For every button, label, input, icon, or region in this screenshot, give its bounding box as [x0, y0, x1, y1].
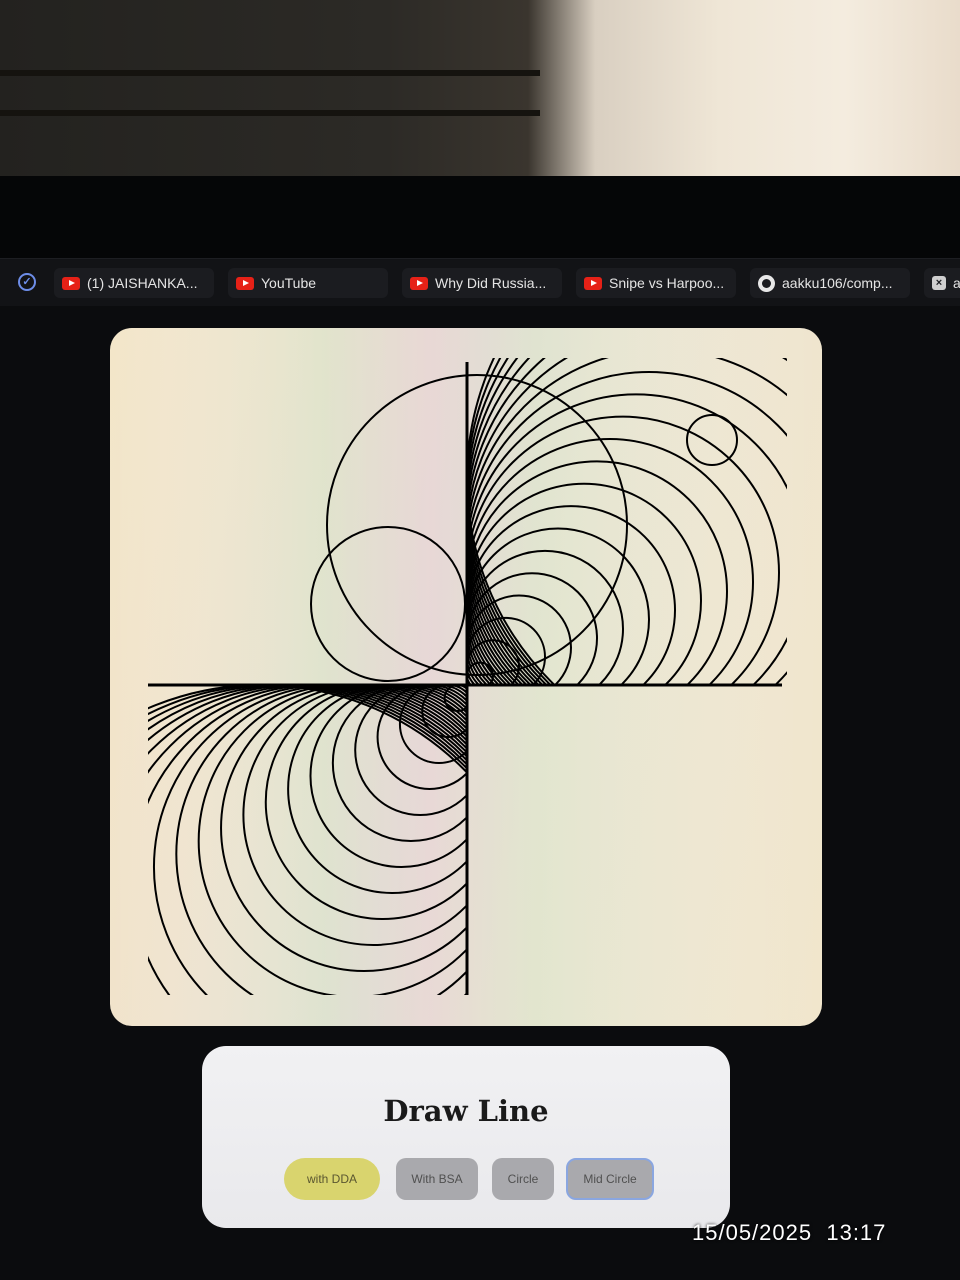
canvas-drawing [110, 328, 822, 1026]
browser-tab-bar: (1) JAISHANKA... YouTube Why Did Russia.… [0, 258, 960, 307]
shelf [0, 110, 540, 116]
browser-tab[interactable]: aakku106/comp... [750, 268, 910, 298]
shelf [0, 70, 540, 76]
browser-tab[interactable]: × a [924, 268, 960, 298]
drawing-canvas[interactable] [110, 328, 822, 1026]
draw-mid-circle-button[interactable]: Mid Circle [566, 1158, 654, 1200]
youtube-icon [62, 276, 80, 290]
verified-check-icon: ✓ [18, 273, 36, 291]
photo-date: 15/05/2025 [692, 1220, 813, 1245]
panel-title: Draw Line [383, 1094, 549, 1128]
browser-tab[interactable]: Snipe vs Harpoo... [576, 268, 736, 298]
browser-tab[interactable]: YouTube [228, 268, 388, 298]
tab-label: aakku106/comp... [782, 275, 893, 291]
tab-label: (1) JAISHANKA... [87, 275, 198, 291]
tab-label: a [953, 275, 960, 291]
tab-label: Snipe vs Harpoo... [609, 275, 725, 291]
tab-label: YouTube [261, 275, 317, 291]
monitor-bezel [0, 176, 960, 260]
tab-label: Why Did Russia... [435, 275, 547, 291]
close-box-icon: × [932, 276, 946, 290]
photo-time: 13:17 [826, 1220, 887, 1245]
youtube-icon [584, 276, 602, 290]
controls-panel: Draw Line with DDA With BSA Circle Mid C… [202, 1046, 730, 1228]
youtube-icon [236, 276, 254, 290]
youtube-icon [410, 276, 428, 290]
browser-tab[interactable]: Why Did Russia... [402, 268, 562, 298]
github-icon [758, 274, 775, 292]
draw-dda-button[interactable]: with DDA [284, 1158, 380, 1200]
draw-circle-button[interactable]: Circle [492, 1158, 554, 1200]
camera-room-background [0, 0, 960, 182]
draw-bsa-button[interactable]: With BSA [396, 1158, 478, 1200]
browser-tab[interactable]: (1) JAISHANKA... [54, 268, 214, 298]
photo-timestamp: 15/05/2025 13:17 [692, 1220, 886, 1246]
